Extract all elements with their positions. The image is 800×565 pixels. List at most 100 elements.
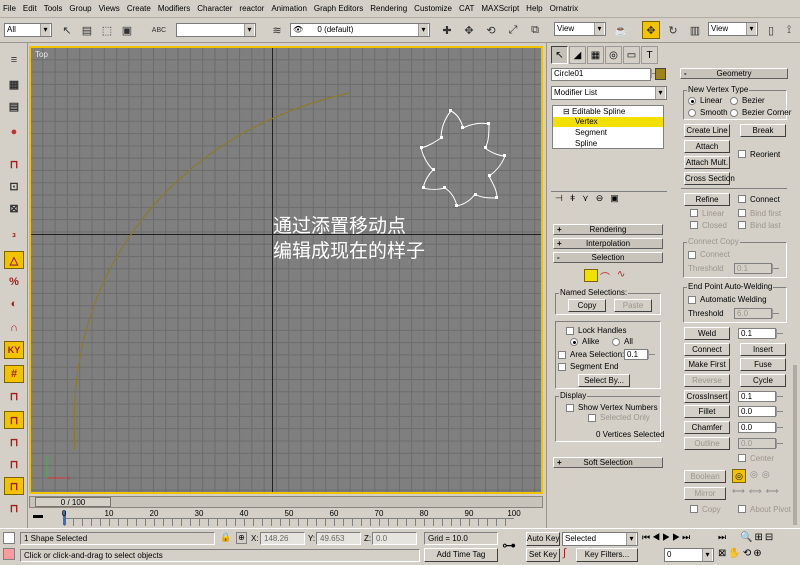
select-by-name-icon[interactable]: ▤ xyxy=(78,21,96,39)
menu-reactor[interactable]: reactor xyxy=(239,4,264,13)
boolean-union-icon[interactable]: ◎ xyxy=(732,469,746,483)
key-filters-button[interactable]: Key Filters... xyxy=(576,548,638,562)
make-first-button[interactable]: Make First xyxy=(684,358,730,371)
x-coordinate[interactable]: 148.26 xyxy=(260,532,305,545)
time-slider[interactable]: 0 / 100 xyxy=(29,496,543,508)
magnet-icon[interactable]: ∩ xyxy=(4,319,24,337)
menu-animation[interactable]: Animation xyxy=(271,4,307,13)
interpolation-rollout[interactable]: + Interpolation xyxy=(553,238,663,249)
select-and-scale-icon[interactable]: ▥ xyxy=(686,21,704,39)
snap-3-icon[interactable]: ³ xyxy=(4,229,24,247)
snap-toggle-icon[interactable]: ⊡ xyxy=(4,177,24,195)
center-checkbox[interactable] xyxy=(738,454,746,462)
time-slider-thumb[interactable]: 0 / 100 xyxy=(35,497,111,507)
material-editor-icon[interactable]: ● xyxy=(4,123,24,141)
weld-button[interactable]: Weld xyxy=(684,327,730,340)
key-mode-icon[interactable]: KY xyxy=(4,341,24,359)
mirror-tool-icon[interactable]: ⟟ xyxy=(780,21,798,39)
outline-spinner[interactable]: 0.0 xyxy=(738,438,783,449)
lock-icon[interactable]: 🔒 xyxy=(220,532,231,543)
menu-modifiers[interactable]: Modifiers xyxy=(158,4,190,13)
all-radio[interactable] xyxy=(612,338,620,346)
teapot-icon[interactable]: ☕ xyxy=(612,21,630,39)
paste-named-button[interactable]: Paste xyxy=(614,299,652,312)
key-mode-dropdown[interactable]: Selected xyxy=(562,532,638,546)
angle-snap-icon[interactable]: △ xyxy=(4,251,24,269)
schematic-icon[interactable]: ▤ xyxy=(4,97,24,115)
ref-coord-dropdown-2[interactable]: View xyxy=(708,22,758,36)
closed-checkbox[interactable] xyxy=(690,221,698,229)
pivot-snap-icon[interactable]: ⊓ xyxy=(4,499,24,517)
rect-selection-icon[interactable]: ⬚ xyxy=(98,21,116,39)
create-tab-icon[interactable]: ↖ xyxy=(551,46,568,64)
ref-coord-dropdown[interactable]: View xyxy=(554,22,606,36)
selection-filter-dropdown[interactable]: All xyxy=(4,23,52,37)
maxscript-listener-icon[interactable] xyxy=(3,532,15,544)
modifier-stack[interactable]: ⊟ Editable Spline Vertex Segment Spline xyxy=(552,105,664,149)
layer-manager-icon[interactable]: ≋ xyxy=(268,21,286,39)
mirror-button[interactable]: Mirror xyxy=(684,487,726,500)
mirror-copy-checkbox[interactable] xyxy=(690,505,698,513)
navigation-icons[interactable]: ⊠✋⟲⊕ xyxy=(718,548,764,559)
mirror-mode-icons[interactable]: ⟷⟺⟷ xyxy=(732,486,783,497)
track-bar-icon[interactable]: ▬ xyxy=(33,511,47,523)
automatic-welding-checkbox[interactable] xyxy=(688,296,696,304)
selected-only-checkbox[interactable] xyxy=(588,414,596,422)
stack-vertex[interactable]: Vertex xyxy=(553,117,663,127)
soft-selection-rollout[interactable]: + Soft Selection xyxy=(553,457,663,468)
vertex-mode-icon[interactable] xyxy=(584,269,598,282)
pivot-icon[interactable]: ▯ xyxy=(762,21,780,39)
chamfer-spinner[interactable]: 0.0 xyxy=(738,422,783,433)
select-and-rotate-icon[interactable]: ↻ xyxy=(664,21,682,39)
named-selection-icon[interactable]: ABC xyxy=(150,21,168,39)
break-button[interactable]: Break xyxy=(740,124,786,137)
grid-snap-icon[interactable]: # xyxy=(4,365,24,383)
select-arrow-icon[interactable]: ↖ xyxy=(58,21,76,39)
z-coordinate[interactable]: 0.0 xyxy=(372,532,417,545)
menu-maxscript[interactable]: MAXScript xyxy=(481,4,519,13)
curve-editor-icon[interactable]: ▦ xyxy=(4,75,24,93)
insert-button[interactable]: Insert xyxy=(740,343,786,356)
snap-2d-icon[interactable]: ⊓ xyxy=(4,155,24,173)
track-bar[interactable]: ▬ 0 10 20 30 40 50 60 70 80 90 100 xyxy=(29,509,543,527)
percent-snap-icon[interactable]: % xyxy=(4,273,24,291)
crossinsert-button[interactable]: CrossInsert xyxy=(684,390,730,403)
key-icon[interactable]: ⊶ xyxy=(502,537,516,554)
menu-rendering[interactable]: Rendering xyxy=(370,4,407,13)
current-frame-field[interactable]: 0 xyxy=(664,548,714,562)
vertex-snap-icon[interactable]: ⊓ xyxy=(4,411,24,429)
window-crossing-icon[interactable]: ▣ xyxy=(118,21,136,39)
motion-tab-icon[interactable]: ◎ xyxy=(605,46,622,64)
spinner-snap-icon[interactable]: ◐ xyxy=(4,295,24,313)
y-coordinate[interactable]: 49.653 xyxy=(316,532,361,545)
threshold2-spinner[interactable]: 6.0 xyxy=(734,308,779,319)
area-selection-checkbox[interactable] xyxy=(558,351,566,359)
menu-group[interactable]: Group xyxy=(69,4,91,13)
menu-tools[interactable]: Tools xyxy=(44,4,63,13)
rendering-rollout[interactable]: + Rendering xyxy=(553,224,663,235)
utilities-tab-icon[interactable]: T xyxy=(641,46,658,64)
panel-scrollbar[interactable] xyxy=(793,365,797,525)
menu-views[interactable]: Views xyxy=(99,4,120,13)
display-tab-icon[interactable]: ▭ xyxy=(623,46,640,64)
segment-mode-icon[interactable]: ⌒ xyxy=(600,269,610,284)
face-snap-icon[interactable]: ⊓ xyxy=(4,477,24,495)
key-curve-icon[interactable]: ∫ xyxy=(563,547,566,559)
stack-tools-icons[interactable]: ⊣ǂ⋎⊖▣ xyxy=(555,193,626,204)
midpoint-snap-icon[interactable]: ⊓ xyxy=(4,455,24,473)
stack-editable-spline[interactable]: ⊟ Editable Spline xyxy=(553,107,663,117)
fillet-spinner[interactable]: 0.0 xyxy=(738,406,783,417)
bind-first-checkbox[interactable] xyxy=(738,209,746,217)
create-line-button[interactable]: Create Line xyxy=(684,124,730,137)
layer-add-icon[interactable]: ✚ xyxy=(438,21,456,39)
lock-handles-checkbox[interactable] xyxy=(566,327,574,335)
connect-checkbox[interactable] xyxy=(738,195,746,203)
time-config-icon[interactable]: ⏭ xyxy=(718,532,727,543)
bezier-corner-radio[interactable] xyxy=(730,109,738,117)
about-pivot-checkbox[interactable] xyxy=(738,505,746,513)
geometry-rollout[interactable]: - Geometry xyxy=(680,68,788,79)
outline-button[interactable]: Outline xyxy=(684,437,730,450)
set-key-button[interactable]: Set Key xyxy=(526,548,560,562)
menu-file[interactable]: File xyxy=(3,4,16,13)
array-icon[interactable]: ⊠ xyxy=(4,199,24,217)
